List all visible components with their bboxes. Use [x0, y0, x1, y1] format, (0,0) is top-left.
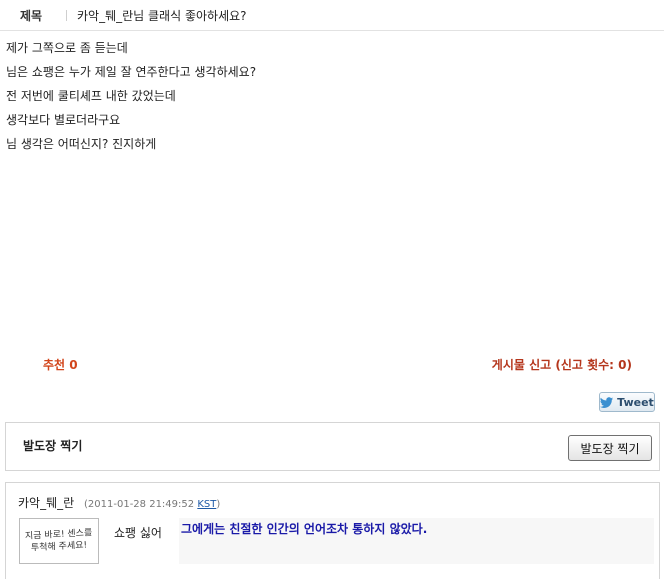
comment-author[interactable]: 카악_퉤_란 — [18, 496, 74, 510]
footprint-panel: 발도장 찍기 발도장 찍기 — [5, 422, 660, 471]
post-body-line: 제가 그쪽으로 좀 듣는데 — [6, 41, 128, 55]
timezone-link[interactable]: KST — [197, 499, 216, 510]
post-title: 카악_퉤_란님 클래식 좋아하세요? — [77, 9, 247, 23]
post-body-line: 전 저번에 쿨티셰프 내한 갔었는데 — [6, 89, 176, 103]
footprint-button[interactable]: 발도장 찍기 — [568, 435, 652, 461]
comment-item: 카악_퉤_란 (2011-01-28 21:49:52 KST) 지금 바로! … — [5, 482, 660, 579]
comment-timestamp-group: (2011-01-28 21:49:52 KST) — [84, 499, 220, 510]
comment-timestamp: 2011-01-28 21:49:52 — [87, 499, 195, 510]
report-link[interactable]: 게시물 신고 (신고 횟수: 0) — [492, 356, 632, 373]
comment-text: 그에게는 친절한 인간의 언어조차 통하지 않았다. — [181, 522, 428, 536]
comment-body: 그에게는 친절한 인간의 언어조차 통하지 않았다. — [179, 518, 654, 564]
avatar-text-line: 투척해 주세요! — [30, 540, 88, 554]
recommend-link[interactable]: 추천 0 — [43, 356, 78, 373]
title-label: 제목 — [20, 9, 43, 23]
post-body-line: 생각보다 별로더라구요 — [6, 113, 121, 127]
post-body-line: 님은 쇼팽은 누가 제일 잘 연주한다고 생각하세요? — [6, 65, 257, 79]
avatar: 지금 바로! 센스를 투척해 주세요! — [19, 518, 99, 564]
post-title-row: 제목 카악_퉤_란님 클래식 좋아하세요? — [0, 0, 664, 31]
title-separator — [66, 10, 67, 21]
post-body: 제가 그쪽으로 좀 듣는데 님은 쇼팽은 누가 제일 잘 연주한다고 생각하세요… — [6, 40, 256, 160]
comment-nickname: 쇼팽 싫어 — [114, 526, 162, 540]
paren-close: ) — [216, 499, 221, 510]
post-body-line: 님 생각은 어떠신지? 진지하게 — [6, 137, 157, 151]
twitter-bird-icon — [600, 396, 614, 408]
tweet-button[interactable]: Tweet — [599, 392, 655, 412]
comment-header: 카악_퉤_란 (2011-01-28 21:49:52 KST) — [18, 494, 220, 511]
footprint-label: 발도장 찍기 — [23, 439, 83, 453]
tweet-label: Tweet — [617, 395, 654, 409]
